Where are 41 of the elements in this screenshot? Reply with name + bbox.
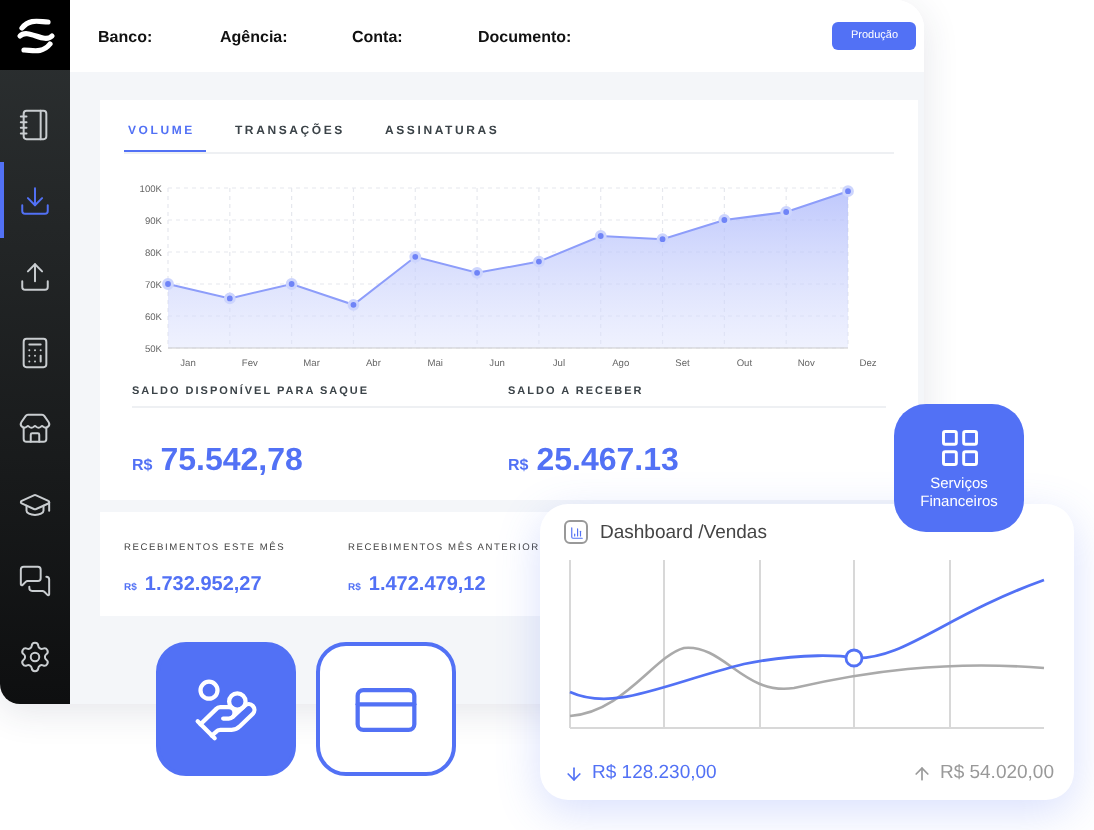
hand-coins-tile[interactable] bbox=[156, 642, 296, 776]
settings-icon bbox=[18, 639, 52, 673]
field-label: Conta: bbox=[352, 27, 405, 45]
arrow-up-icon bbox=[911, 763, 932, 783]
logo-icon bbox=[15, 15, 55, 55]
chat-icon bbox=[18, 563, 52, 597]
receipt-amount: 1.732.952,27 bbox=[144, 574, 262, 596]
field-label: Documento: bbox=[478, 27, 574, 45]
hand-coins-icon bbox=[192, 675, 260, 743]
upload-icon bbox=[18, 259, 52, 293]
grid-icon bbox=[937, 425, 981, 470]
data-point bbox=[471, 266, 483, 279]
up-value: R$ 54.020,00 bbox=[939, 762, 1054, 784]
data-point bbox=[656, 233, 669, 246]
data-point bbox=[594, 230, 607, 242]
card-title: Dashboard /Vendas bbox=[600, 521, 767, 543]
field-label: Agência: bbox=[220, 27, 290, 45]
download-icon bbox=[18, 183, 52, 217]
data-point bbox=[842, 185, 854, 198]
data-point bbox=[718, 214, 731, 226]
store-icon bbox=[18, 411, 52, 445]
currency-symbol: R$ bbox=[132, 456, 153, 474]
down-value: R$ 128.230,00 bbox=[592, 762, 717, 784]
data-point bbox=[409, 250, 422, 263]
currency-symbol: R$ bbox=[508, 456, 529, 474]
data-point bbox=[780, 206, 793, 218]
data-point bbox=[162, 278, 174, 290]
data-point bbox=[844, 648, 864, 668]
cards-tile[interactable] bbox=[316, 642, 456, 776]
data-point bbox=[223, 292, 236, 305]
data-point bbox=[347, 298, 360, 311]
bar-chart-icon bbox=[564, 520, 588, 544]
calculator-icon bbox=[18, 335, 52, 369]
receipt-amount: 1.472.479,12 bbox=[368, 574, 486, 596]
notebook-icon bbox=[18, 107, 52, 141]
field-label: Banco: bbox=[98, 27, 155, 45]
balance-amount: 75.542,78 bbox=[160, 444, 303, 480]
arrow-down-icon bbox=[564, 763, 584, 783]
balance-amount: 25.467.13 bbox=[536, 444, 679, 480]
data-point bbox=[285, 278, 298, 290]
data-point bbox=[533, 255, 545, 268]
